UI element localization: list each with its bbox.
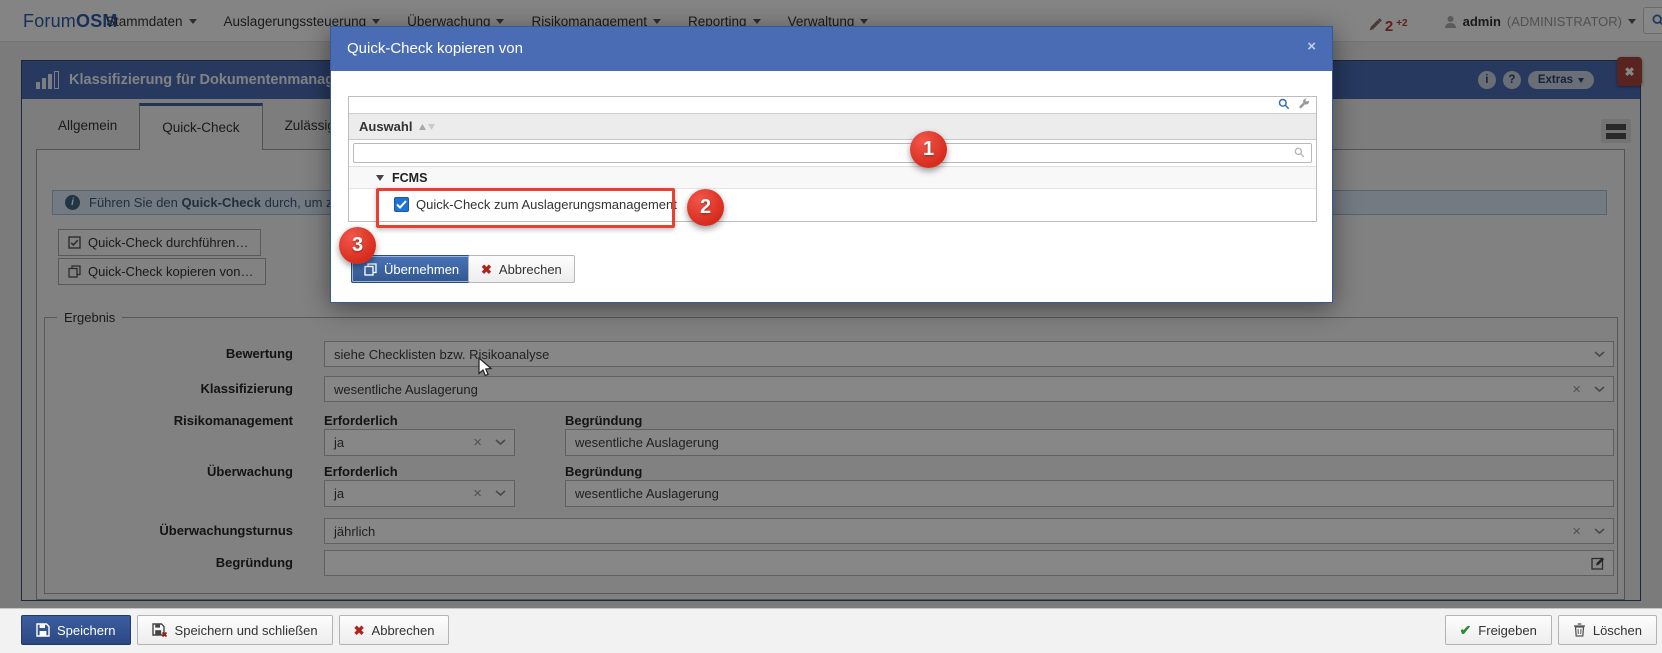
group-row-fcms[interactable]: FCMS [349, 167, 1316, 189]
save-and-close-button[interactable]: Speichern und schließen [137, 615, 333, 645]
footer-action-bar: Speichern Speichern und schließen ✖ Abbr… [0, 608, 1662, 653]
save-and-close-label: Speichern und schließen [175, 623, 318, 638]
delete-label: Löschen [1593, 623, 1642, 638]
filter-input[interactable] [353, 143, 1312, 163]
dialog-cancel-button[interactable]: ✖ Abbrechen [468, 255, 575, 283]
x-icon: ✖ [481, 263, 492, 276]
collapse-caret-icon [376, 175, 384, 181]
annotation-highlight-box [376, 188, 675, 228]
save-button[interactable]: Speichern [21, 615, 131, 645]
dialog-header: Quick-Check kopieren von × [331, 27, 1332, 71]
column-header-label: Auswahl [359, 119, 412, 134]
floppy-disk-close-icon [152, 623, 168, 638]
save-label: Speichern [57, 623, 116, 638]
footer-right-buttons: ✔ Freigeben Löschen [1445, 615, 1657, 645]
trash-icon [1573, 623, 1586, 637]
footer-left-buttons: Speichern Speichern und schließen ✖ Abbr… [21, 615, 449, 645]
grid-toolbar [349, 97, 1316, 114]
floppy-disk-icon [36, 623, 50, 637]
cancel-button[interactable]: ✖ Abbrechen [339, 615, 450, 645]
search-icon[interactable] [1278, 98, 1290, 110]
x-icon: ✖ [354, 624, 365, 637]
sort-icons [419, 124, 435, 130]
sort-asc-icon[interactable] [419, 124, 426, 130]
apply-label: Übernehmen [384, 262, 459, 277]
release-button[interactable]: ✔ Freigeben [1445, 615, 1552, 645]
quick-check-copy-dialog: Quick-Check kopieren von × Auswahl [330, 26, 1333, 303]
annotation-step-1: 1 [910, 131, 947, 168]
copy-icon [364, 263, 377, 276]
dialog-close-icon[interactable]: × [1307, 39, 1316, 54]
cancel-label: Abbrechen [372, 623, 435, 638]
annotation-step-3: 3 [339, 227, 376, 264]
delete-button[interactable]: Löschen [1558, 615, 1657, 645]
sort-desc-icon[interactable] [428, 124, 435, 130]
release-label: Freigeben [1478, 623, 1537, 638]
grid-column-header[interactable]: Auswahl [349, 114, 1316, 140]
dialog-cancel-label: Abbrechen [499, 262, 562, 277]
grid-filter-row [349, 140, 1316, 167]
check-icon: ✔ [1460, 623, 1472, 637]
mouse-cursor [478, 357, 493, 378]
wrench-icon[interactable] [1298, 98, 1310, 110]
group-label: FCMS [392, 171, 427, 185]
annotation-step-2: 2 [687, 189, 724, 226]
search-icon [1294, 147, 1305, 158]
application-window: ForumOSM Stammdaten Auslagerungssteuerun… [0, 0, 1662, 653]
dialog-title: Quick-Check kopieren von [347, 27, 523, 71]
